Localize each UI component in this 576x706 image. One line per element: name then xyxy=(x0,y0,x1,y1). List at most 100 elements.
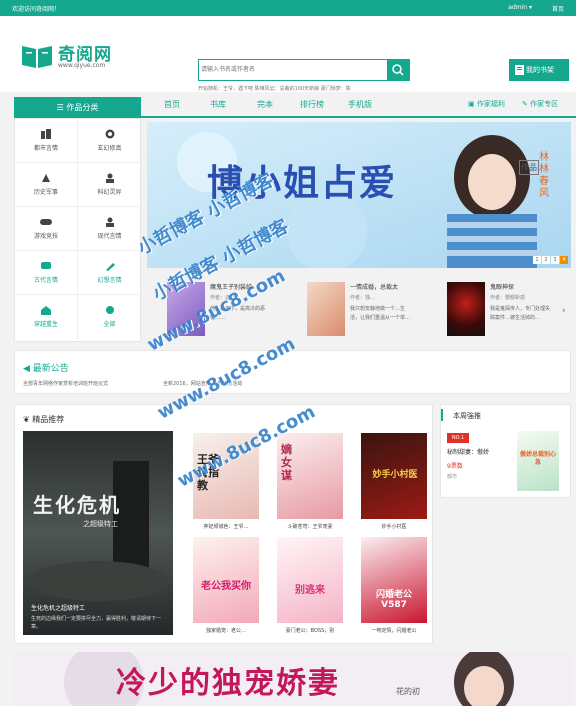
weekly-book-name[interactable]: 秘制甜妻：傲娇 xyxy=(447,447,489,456)
recommend-title-label: 精品推荐 xyxy=(32,415,65,424)
featured-item[interactable]: 魔鬼王子别装纯 作者：这里 他，是王子，是高冷的恶魔…… xyxy=(147,280,277,338)
nav-finished[interactable]: 完本 xyxy=(257,99,273,110)
category-label: 幻想言情 xyxy=(97,277,122,284)
big-cover-title: 生化危机 xyxy=(33,493,121,517)
category-label: 穿越重生 xyxy=(33,321,58,328)
book-label: 独家婚宠：老公… xyxy=(205,628,246,634)
hot-search-words[interactable]: 开始随机：王爷，遇下吧 陈维风云：总裁的100天新娘 豪门惊梦：陈 xyxy=(198,85,351,92)
author-zone-label: 作家专区 xyxy=(530,100,559,108)
category-fantasy-romance[interactable]: 幻想言情 xyxy=(78,251,141,295)
featured-item[interactable]: 鬼眼神探 作者：酆都斩孤 我是鬼探传人，专门处理失踪案件…被生活掉的… xyxy=(427,280,557,338)
weekly-votes: 9票数 xyxy=(447,463,463,470)
section-marker xyxy=(441,409,443,421)
bookshelf-button[interactable]: 我的书架 xyxy=(509,59,569,81)
category-scifi[interactable]: 科幻灵异 xyxy=(78,163,141,207)
category-history[interactable]: 历史军事 xyxy=(15,163,78,207)
big-caption: 生化危机之超级特工 xyxy=(31,605,86,612)
notice-link[interactable]: 全新2016，网站宣传 春节特别活动 xyxy=(163,380,242,387)
category-urban[interactable]: 都市言情 xyxy=(15,119,78,163)
site-header: 奇阅网 www.qiyue.com 开始随机：王爷，遇下吧 陈维风云：总裁的10… xyxy=(0,16,576,92)
notice-title-label: 最新公告 xyxy=(32,364,69,374)
slider-dot[interactable]: 3 xyxy=(551,256,559,264)
book-card[interactable]: 老公我买你 独家婚宠：老公… xyxy=(193,537,259,634)
chat-icon xyxy=(41,262,51,269)
book-cover xyxy=(447,282,485,336)
book-label: 斗破苍穹：王爷宠妻 xyxy=(287,524,333,530)
search-input[interactable] xyxy=(201,62,386,78)
category-menu-label: 作品分类 xyxy=(66,103,99,112)
category-modern-romance[interactable]: 现代言情 xyxy=(78,207,141,251)
category-panel: 都市言情 玄幻修真 历史军事 科幻灵异 游戏竞技 现代言情 古代言情 幻想言情 … xyxy=(14,118,141,342)
nav-home[interactable]: 首页 xyxy=(164,99,180,110)
featured-author: 作者：这里 xyxy=(210,295,236,301)
book-card[interactable]: 嫡女谋 斗破苍穹：王爷宠妻 xyxy=(277,433,343,530)
book-card[interactable]: 别逃来 豪门老公：BOSS，别 xyxy=(277,537,343,634)
slider-dot-active[interactable]: 4 xyxy=(560,256,568,264)
book-card[interactable]: 王爷请指教 弃妃倾城色：王爷… xyxy=(193,433,259,530)
category-menu-button[interactable]: ☰ 作品分类 xyxy=(14,97,141,118)
hero-banner[interactable]: 博小姐占爱 作品 林林春风 xyxy=(147,122,571,268)
nav-mobile[interactable]: 手机版 xyxy=(348,99,372,110)
bookshelf-icon xyxy=(515,65,524,75)
thumb-icon: ❦ xyxy=(23,415,33,424)
slider-dot[interactable]: 2 xyxy=(542,256,550,264)
weekly-book-cover[interactable]: 傲娇总裁别心急 xyxy=(517,431,559,491)
megaphone-icon: ◀ xyxy=(23,364,33,374)
big-cover-subtitle: 之超级特工 xyxy=(83,520,118,528)
nav-underline xyxy=(141,116,576,118)
edit-icon: ✎ xyxy=(522,100,531,108)
nav-library[interactable]: 书库 xyxy=(210,99,226,110)
ad-title: 冷少的独宠娇妻 xyxy=(116,666,340,701)
featured-author: 作者：独… xyxy=(350,295,376,301)
banner-tag: 作品 xyxy=(519,160,539,175)
weekly-title: 本周強推 xyxy=(453,412,481,420)
notice-link[interactable]: 全部青年网络作家赏析培训班开班仪式 xyxy=(23,380,108,387)
main-nav: ☰ 作品分类 首页 书库 完本 排行榜 手机版 ▣ 作家福利 ✎ 作家专区 xyxy=(0,92,576,118)
category-label: 玄幻修真 xyxy=(97,145,122,152)
featured-item[interactable]: 一情成婚，总裁太 作者：独… 我只想安静地做一个…生活，让我们重温从一个单… xyxy=(287,280,417,338)
nav-author-zone[interactable]: ✎ 作家专区 xyxy=(522,99,558,109)
site-logo[interactable]: 奇阅网 www.qiyue.com xyxy=(20,40,130,80)
book-label: 弃妃倾城色：王爷… xyxy=(203,524,249,530)
search-button[interactable] xyxy=(387,60,409,80)
logo-url: www.qiyue.com xyxy=(58,62,106,69)
top-bar: 欢迎访问奇阅网！ admin ▾ 首页 xyxy=(0,0,576,16)
book-card[interactable]: 妙手小村医 妙手小村医 xyxy=(361,433,427,530)
category-label: 科幻灵异 xyxy=(97,189,122,196)
category-all[interactable]: 全部 xyxy=(78,295,141,339)
ad-banner[interactable]: 冷少的独宠娇妻 花的初 xyxy=(14,652,571,706)
category-games[interactable]: 游戏竞技 xyxy=(15,207,78,251)
slider-dot[interactable]: 1 xyxy=(533,256,541,264)
building-icon xyxy=(41,129,51,139)
recommend-panel: ❦ 精品推荐 生化危机 之超级特工 生化危机之超级特工 生死的边缘我们一定要拼尽… xyxy=(14,404,433,644)
ad-subtitle: 花的初 xyxy=(396,687,420,696)
nav-ranking[interactable]: 排行榜 xyxy=(300,99,324,110)
category-fantasy[interactable]: 玄幻修真 xyxy=(78,119,141,163)
book-label: 一吻定情，闪婚老公 xyxy=(371,628,417,634)
nav-author-welfare[interactable]: ▣ 作家福利 xyxy=(468,99,505,109)
search-icon xyxy=(392,64,404,76)
account-menu[interactable]: admin ▾ xyxy=(508,4,532,11)
book-label: 豪门老公：BOSS，别 xyxy=(285,628,335,634)
book-card[interactable]: 闪婚老公 V587 一吻定情，闪婚老公 xyxy=(361,537,427,634)
category-ancient-romance[interactable]: 古代言情 xyxy=(15,251,78,295)
gift-icon: ▣ xyxy=(468,100,477,108)
featured-list: 魔鬼王子别装纯 作者：这里 他，是王子，是高冷的恶魔…… 一情成婚，总裁太 作者… xyxy=(147,276,571,342)
weekly-picks-panel: 本周強推 NO.1 秘制甜妻：傲娇 9票数 都市 傲娇总裁别心急 xyxy=(440,404,571,498)
recommend-title: ❦ 精品推荐 xyxy=(23,414,64,425)
book-cover-title: 王爷请指教 xyxy=(197,453,219,492)
chevron-right-icon[interactable]: › xyxy=(562,306,566,316)
rank-badge: NO.1 xyxy=(447,433,469,443)
big-recommend-card[interactable]: 生化危机 之超级特工 生化危机之超级特工 生死的边缘我们一定要拼尽全力，赢得胜利… xyxy=(23,431,173,635)
book-cover: 王爷请指教 xyxy=(193,433,259,519)
notice-panel: ◀ 最新公告 全部青年网络作家赏析培训班开班仪式 全新2016，网站宣传 春节特… xyxy=(14,350,571,394)
bookshelf-label: 我的书架 xyxy=(526,66,554,74)
category-rebirth[interactable]: 穿越重生 xyxy=(15,295,78,339)
weekly-category: 都市 xyxy=(447,474,458,480)
book-cover: 别逃来 xyxy=(277,537,343,623)
category-label: 古代言情 xyxy=(33,277,58,284)
category-label: 全部 xyxy=(103,321,116,328)
featured-title: 鬼眼神探 xyxy=(490,284,515,291)
book-cover-title: 嫡女谋 xyxy=(281,443,292,482)
home-link[interactable]: 首页 xyxy=(552,4,564,13)
